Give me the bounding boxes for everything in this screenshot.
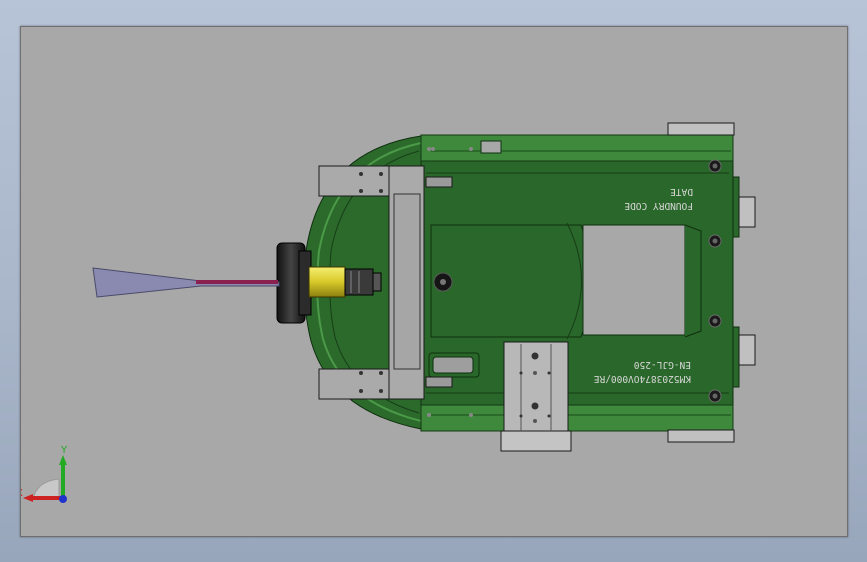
engraving-part-number: KM5203874OV000/RE: [593, 373, 691, 384]
z-axis-dot: [59, 495, 67, 503]
probe-beam[interactable]: [92, 267, 280, 298]
y-axis-label: Y: [60, 445, 68, 456]
engraving-foundry-code: FOUNDRY CODE: [624, 200, 693, 211]
coordinate-triad: Y X: [21, 445, 68, 503]
graphics-viewport[interactable]: FOUNDRY CODE DATE KM5203874OV000/RE EN-G…: [20, 26, 848, 537]
engraving-date: DATE: [670, 186, 693, 197]
x-axis-arrowhead: [23, 494, 33, 502]
engraving-grade: EN-GJL-250: [634, 359, 691, 370]
model-view[interactable]: FOUNDRY CODE DATE KM5203874OV000/RE EN-G…: [21, 27, 847, 536]
svg-text:FOUNDRY CODE: FOUNDRY CODE: [624, 200, 693, 211]
svg-text:KM5203874OV000/RE: KM5203874OV000/RE: [593, 373, 691, 384]
y-axis-arrowhead: [59, 455, 67, 465]
svg-text:EN-GJL-250: EN-GJL-250: [634, 359, 691, 370]
svg-text:DATE: DATE: [670, 186, 693, 197]
x-axis-label: X: [21, 488, 23, 499]
slide-block[interactable]: [500, 341, 572, 452]
